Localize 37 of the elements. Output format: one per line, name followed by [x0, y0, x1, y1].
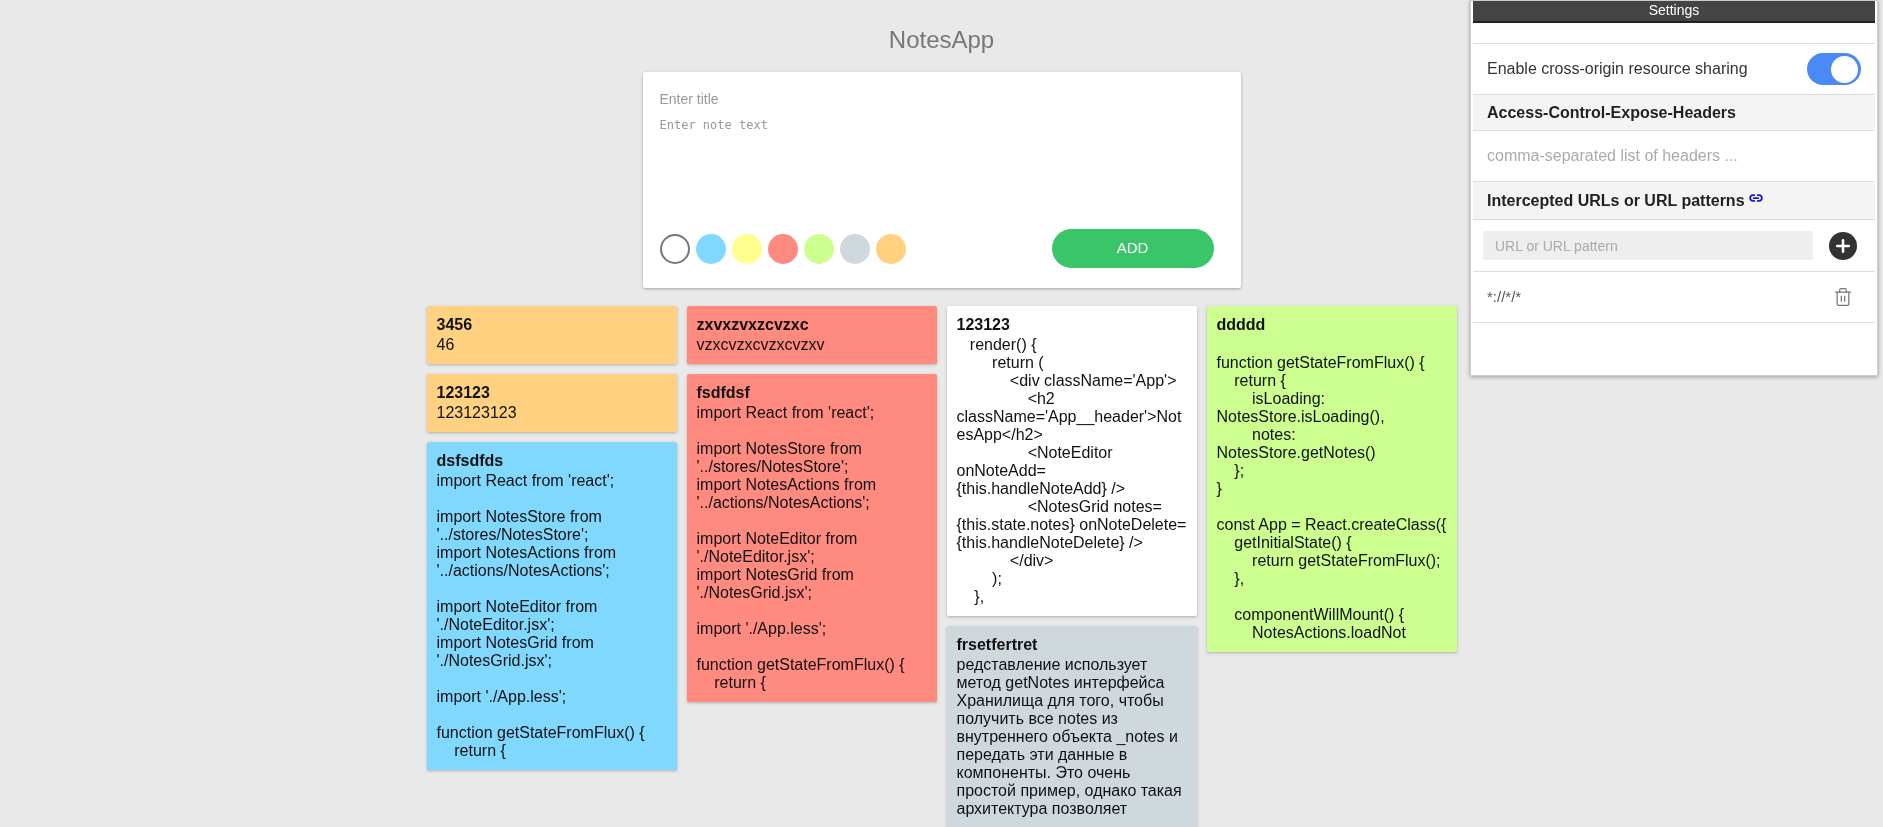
note-text: import React from 'react'; import NotesStore from '../stores/NotesStore'; import NotesActions from '../actions/NotesActions'; import NoteEditor from './NoteEditor.jsx'; import NotesGrid from './NotesGrid.jsx'; import './App.less'; function getStateFromFlux() { return {	[436, 472, 646, 760]
color-swatch[interactable]	[659, 233, 690, 264]
section-heading: Intercepted URLs or URL patterns	[1487, 190, 1745, 211]
color-swatch[interactable]	[731, 233, 762, 264]
cors-toggle[interactable]	[1807, 53, 1861, 85]
color-swatch[interactable]	[839, 233, 870, 264]
note-text: function getStateFromFlux() { return { isLoading: NotesStore.isLoading(), notes: NotesStore.getNotes() }; } const App = React.createClass({ getInitialState() { return getStateFromFlux(); }, componentWillMount() { NotesActions.loadNot	[1216, 353, 1447, 642]
note-text: render() { return ( <div className='App'> <h2 className='App__header'>NotesApp</h2> <NoteEditor onNoteAdd={this.handleNoteAdd} /> <NotesGrid notes={this.state.notes} onNoteDelete={this.handleNoteDelete} /> </div> ); },	[956, 336, 1187, 606]
add-button[interactable]: ADD	[1051, 229, 1214, 268]
note-text: редставление использует метод getNotes интерфейса Хранилища для того, чтобы получить все notes из внутреннего объекта _notes и передать эти данные в компоненты. Это очень простой пример, однако такая архитектура позволяет	[956, 656, 1183, 818]
headers-input[interactable]: comma-separated list of headers ...	[1487, 144, 1861, 168]
cors-label: Enable cross-origin resource sharing	[1487, 59, 1748, 79]
color-swatch[interactable]	[767, 233, 798, 264]
app-title: NotesApp	[888, 25, 995, 55]
add-pattern-button[interactable]	[1829, 231, 1857, 260]
note-text: import React from 'react'; import NotesStore from '../stores/NotesStore'; import NotesActions from '../actions/NotesActions'; import NoteEditor from './NoteEditor.jsx'; import NotesGrid from './NotesGrid.jsx'; import './App.less'; function getStateFromFlux() { return {	[696, 404, 906, 692]
delete-button[interactable]	[1833, 286, 1853, 308]
note-title: zxvxzvxzcvzxc	[696, 315, 810, 335]
note-editor[interactable]: Enter title Enter note text ADD	[642, 72, 1241, 288]
color-swatch[interactable]	[695, 233, 726, 264]
color-swatch[interactable]	[875, 233, 906, 264]
note-title: 123123	[436, 383, 491, 403]
note-text: 46	[436, 336, 456, 354]
trash-icon	[1833, 286, 1853, 308]
note-title: frsetfertret	[956, 635, 1039, 655]
note-title: dsfsdfds	[436, 451, 505, 471]
note-title: 3456	[436, 315, 474, 335]
note-title: fsdfdsf	[696, 383, 751, 403]
section-heading: Access-Control-Expose-Headers	[1487, 102, 1736, 123]
color-swatch[interactable]	[803, 233, 834, 264]
note-title: 123123	[956, 315, 1011, 335]
settings-header: Settings	[1473, 1, 1875, 23]
note-text: 123123123	[436, 404, 518, 422]
url-pattern-entry: *://*/*	[1487, 286, 1522, 307]
note-title: ddddd	[1216, 315, 1267, 335]
note-text: vzxcvzxcvzxcvzxv	[696, 336, 826, 354]
url-pattern-input[interactable]: URL or URL pattern	[1483, 231, 1813, 260]
